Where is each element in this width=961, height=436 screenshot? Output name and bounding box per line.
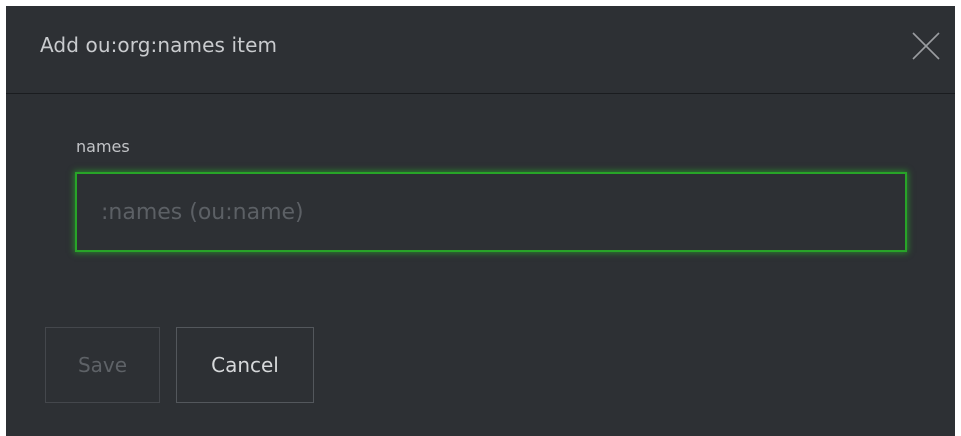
save-button[interactable]: Save: [45, 327, 160, 403]
add-item-dialog: Add ou:org:names item names Save Cancel: [6, 6, 955, 436]
cancel-button[interactable]: Cancel: [176, 327, 314, 403]
close-icon[interactable]: [911, 31, 941, 61]
names-input-container: [75, 172, 907, 252]
names-field-label: names: [76, 137, 130, 156]
dialog-title: Add ou:org:names item: [40, 33, 278, 57]
names-input[interactable]: [77, 174, 905, 250]
dialog-header: Add ou:org:names item: [6, 6, 955, 94]
